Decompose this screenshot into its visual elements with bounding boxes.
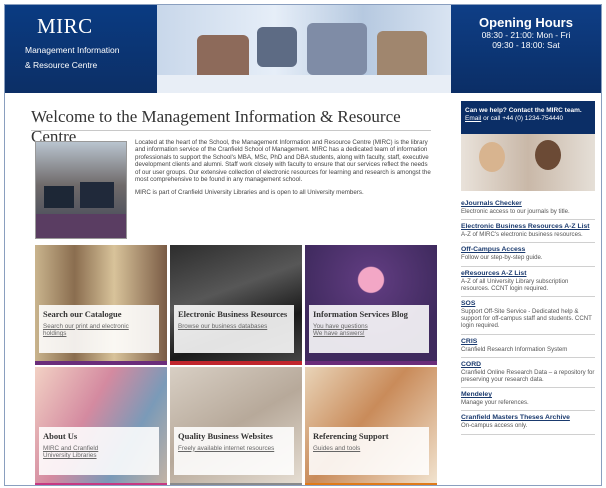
tile-link[interactable]: University Libraries <box>43 452 155 460</box>
header-banner-image <box>157 5 451 93</box>
quick-link-title[interactable]: SOS <box>461 300 595 308</box>
intro-text: Located at the heart of the School, the … <box>135 139 431 197</box>
help-line1: Can we help? Contact the MIRC team. <box>465 107 582 114</box>
opening-hours-title: Opening Hours <box>479 15 573 30</box>
tile-caption: Referencing Support Guides and tools <box>309 427 429 475</box>
quick-link-title[interactable]: CRIS <box>461 338 595 346</box>
quick-link-title[interactable]: CORD <box>461 361 595 369</box>
tile-referencing-support[interactable]: Referencing Support Guides and tools <box>305 367 437 485</box>
tile-caption: Information Services Blog You have quest… <box>309 305 429 353</box>
tile-title[interactable]: Quality Business Websites <box>178 431 290 442</box>
tile-link[interactable]: We have answers! <box>313 330 425 338</box>
opening-hours-weekday: 08:30 - 21:00: Mon - Fri <box>481 30 571 40</box>
quick-links-list: eJournals Checker Electronic access to o… <box>461 197 595 435</box>
quick-link-sos[interactable]: SOS Support Off-Site Service - Dedicated… <box>461 297 595 335</box>
quick-link-title[interactable]: Electronic Business Resources A-Z List <box>461 223 595 231</box>
intro-library-photo <box>35 141 127 239</box>
opening-hours-saturday: 09:30 - 18:00: Sat <box>492 40 560 50</box>
tile-title[interactable]: Electronic Business Resources <box>178 309 290 320</box>
tile-link[interactable]: holdings <box>43 330 155 338</box>
quick-link-description: A-Z of MIRC's electronic business resour… <box>461 231 583 239</box>
help-phone: or call +44 (0) 1234-754440 <box>483 115 564 122</box>
quick-link-title[interactable]: Mendeley <box>461 391 595 399</box>
tile-link[interactable]: You have questions <box>313 323 425 331</box>
quick-link-ejournals[interactable]: eJournals Checker Electronic access to o… <box>461 197 595 221</box>
intro-paragraph-1: Located at the heart of the School, the … <box>135 139 431 184</box>
help-staff-photo <box>461 134 595 191</box>
quick-link-cord[interactable]: CORD Cranfield Online Research Data – a … <box>461 358 595 389</box>
page-frame: MIRC Management Information & Resource C… <box>4 4 602 486</box>
tile-caption: Search our Catalogue Search our print an… <box>39 305 159 353</box>
quick-link-description: Support Off-Site Service - Dedicated hel… <box>461 308 592 330</box>
quick-link-ebr-az[interactable]: Electronic Business Resources A-Z List A… <box>461 220 595 244</box>
quick-link-eresources-az[interactable]: eResources A-Z List A-Z of all Universit… <box>461 267 595 298</box>
tile-link[interactable]: Guides and tools <box>313 445 425 453</box>
tile-title[interactable]: Information Services Blog <box>313 309 425 320</box>
quick-link-theses-archive[interactable]: Cranfield Masters Theses Archive On-camp… <box>461 411 595 435</box>
quick-link-title[interactable]: Cranfield Masters Theses Archive <box>461 414 595 422</box>
quick-link-description: Manage your references. <box>461 399 529 407</box>
page-title: Welcome to the Management Information & … <box>31 107 401 146</box>
quick-link-description: Cranfield Online Research Data – a repos… <box>461 368 595 384</box>
tile-title[interactable]: Search our Catalogue <box>43 309 155 320</box>
quick-link-title[interactable]: Off-Campus Access <box>461 246 595 254</box>
tile-electronic-business-resources[interactable]: Electronic Business Resources Browse our… <box>170 245 302 365</box>
quick-link-cris[interactable]: CRIS Cranfield Research Information Syst… <box>461 335 595 358</box>
quick-link-title[interactable]: eResources A-Z List <box>461 270 595 278</box>
tile-about-us[interactable]: About Us MIRC and Cranfield University L… <box>35 367 167 485</box>
tile-caption: Electronic Business Resources Browse our… <box>174 305 294 353</box>
quick-link-mendeley[interactable]: Mendeley Manage your references. <box>461 388 595 412</box>
quick-link-description: On-campus access only. <box>461 422 528 430</box>
quick-link-title[interactable]: eJournals Checker <box>461 200 595 208</box>
brand-block[interactable]: MIRC Management Information & Resource C… <box>5 5 157 93</box>
feature-tiles-grid: Search our Catalogue Search our print an… <box>35 245 437 485</box>
brand-subtitle-line2: & Resource Centre <box>25 60 98 70</box>
quick-link-description: Electronic access to our journals by tit… <box>461 208 570 215</box>
help-text: Can we help? Contact the MIRC team. Emai… <box>465 107 593 123</box>
quick-link-description: Follow our step-by-step guide. <box>461 254 543 262</box>
quick-link-description: Cranfield Research Information System <box>461 345 568 353</box>
main-content: Welcome to the Management Information & … <box>13 99 443 485</box>
tile-quality-business-websites[interactable]: Quality Business Websites Freely availab… <box>170 367 302 485</box>
quick-link-description: A-Z of all University Library subscripti… <box>461 277 569 292</box>
tile-caption: Quality Business Websites Freely availab… <box>174 427 294 475</box>
tile-title[interactable]: Referencing Support <box>313 431 425 442</box>
intro-paragraph-2: MIRC is part of Cranfield University Lib… <box>135 189 364 197</box>
help-email-link[interactable]: Email <box>465 115 481 122</box>
brand-name: MIRC <box>37 14 93 38</box>
tile-information-services-blog[interactable]: Information Services Blog You have quest… <box>305 245 437 365</box>
tile-link[interactable]: Browse our business databases <box>178 323 290 331</box>
title-divider <box>31 130 431 131</box>
brand-subtitle-line1: Management Information <box>25 45 120 55</box>
tile-title[interactable]: About Us <box>43 431 155 442</box>
tile-link[interactable]: Search our print and electronic <box>43 323 155 331</box>
right-sidebar: Can we help? Contact the MIRC team. Emai… <box>461 101 595 485</box>
site-header: MIRC Management Information & Resource C… <box>5 5 601 93</box>
tile-caption: About Us MIRC and Cranfield University L… <box>39 427 159 475</box>
tile-search-catalogue[interactable]: Search our Catalogue Search our print an… <box>35 245 167 365</box>
quick-link-off-campus[interactable]: Off-Campus Access Follow our step-by-ste… <box>461 243 595 267</box>
help-box: Can we help? Contact the MIRC team. Emai… <box>461 101 595 191</box>
tile-link[interactable]: MIRC and Cranfield <box>43 445 155 453</box>
opening-hours-panel: Opening Hours 08:30 - 21:00: Mon - Fri 0… <box>451 5 601 93</box>
tile-link[interactable]: Freely available internet resources <box>178 445 290 453</box>
